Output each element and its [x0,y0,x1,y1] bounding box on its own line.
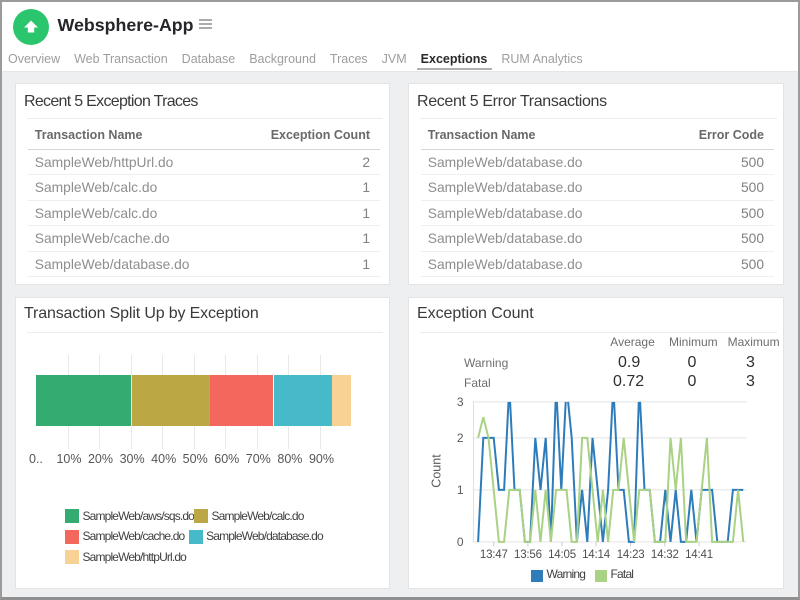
svg-text:14:14: 14:14 [582,549,611,561]
svg-text:14:23: 14:23 [616,549,644,561]
svg-text:0: 0 [456,535,463,549]
svg-text:14:41: 14:41 [685,549,713,561]
svg-text:14:32: 14:32 [650,549,678,561]
svg-text:3: 3 [456,395,463,409]
svg-text:13:47: 13:47 [479,549,507,561]
svg-text:13:56: 13:56 [514,549,542,561]
svg-text:14:05: 14:05 [548,549,576,561]
svg-text:1: 1 [456,483,463,497]
svg-text:Count: Count [429,454,443,488]
svg-text:2: 2 [456,431,463,445]
